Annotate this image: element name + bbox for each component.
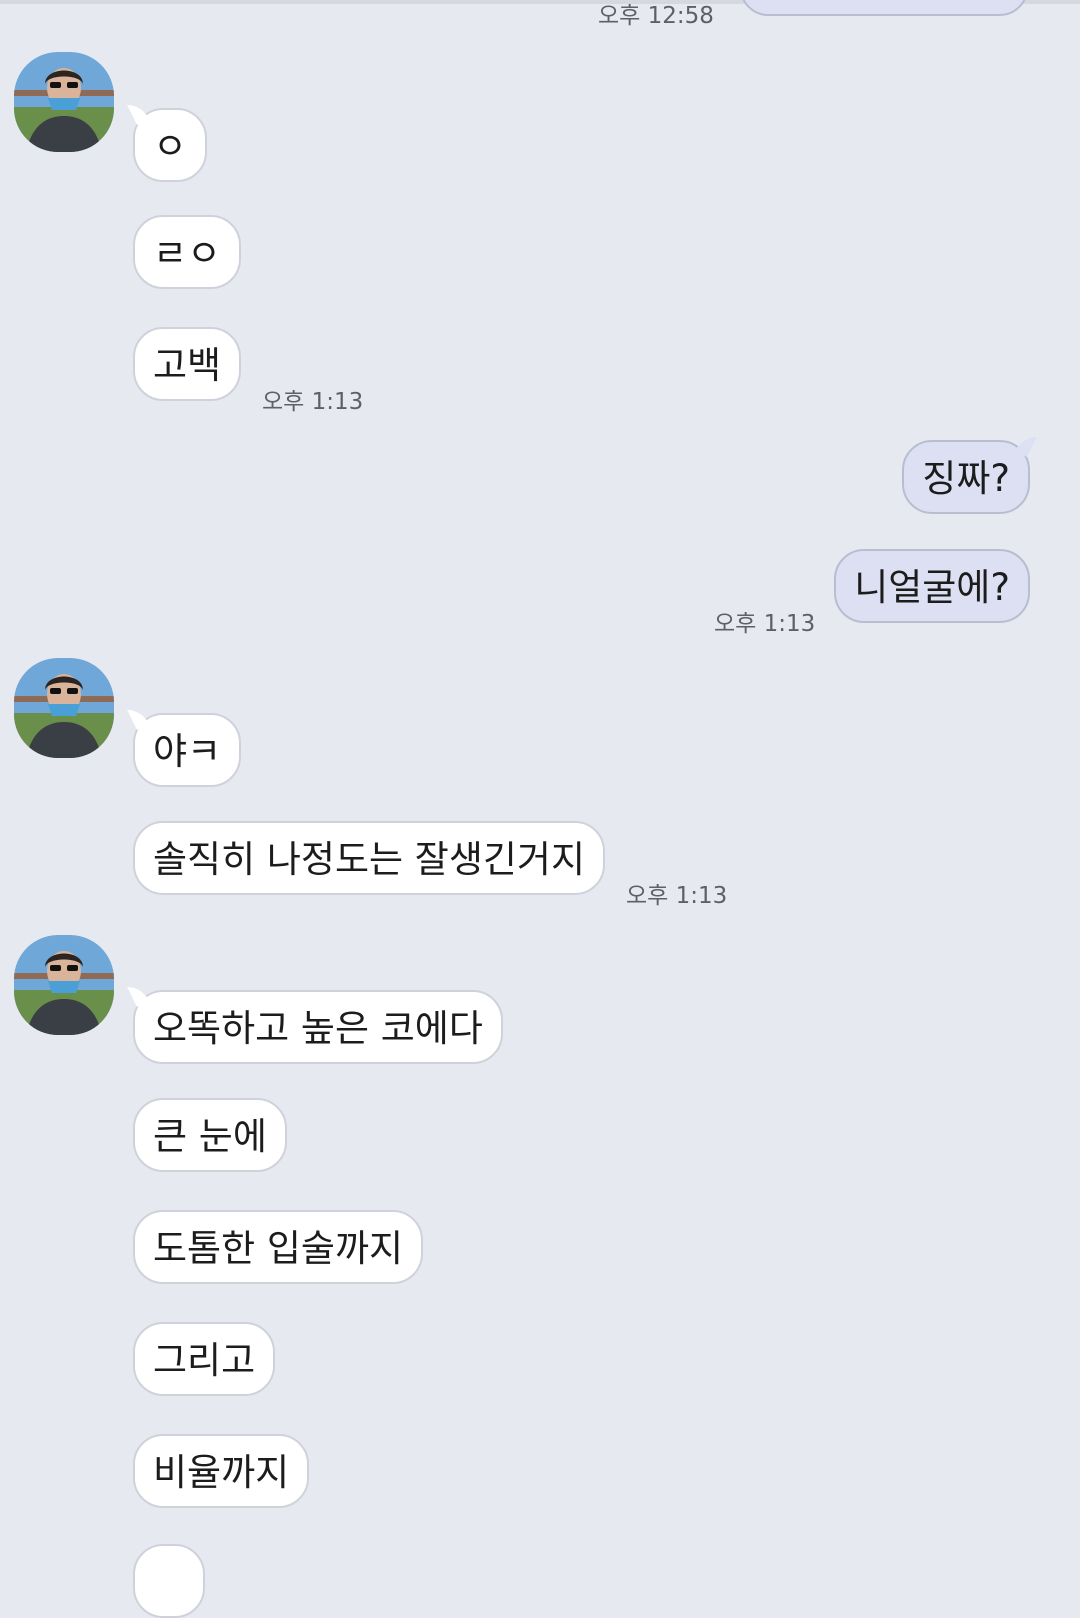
message-bubble[interactable]: 솔직히 나정도는 잘생긴거지 [133, 821, 606, 895]
message-bubble[interactable]: 징짜? [902, 437, 1037, 514]
message-text: ㄹㅇ [153, 232, 222, 275]
bubble-tail-icon [127, 987, 149, 1007]
profile-avatar[interactable] [14, 935, 114, 1035]
profile-photo-icon [14, 52, 114, 152]
message-text: 니얼굴에? [854, 566, 1010, 609]
message-bubble[interactable]: 오똑하고 높은 코에다 [127, 987, 503, 1064]
message-text: 솔직히 나정도는 잘생긴거지 [153, 838, 586, 881]
message-text: 고백 [153, 344, 222, 387]
profile-photo-icon [14, 658, 114, 758]
message-bubble[interactable]: 고백 [133, 327, 242, 401]
bubble-tail-icon [127, 710, 149, 730]
bubble-tail-icon [127, 105, 149, 125]
message-text: 그리고 [153, 1339, 256, 1382]
message-bubble[interactable]: 비율까지 [133, 1434, 310, 1508]
bubble-tail-icon [1015, 437, 1037, 457]
timestamp: 오후 1:13 [262, 389, 364, 415]
message-bubble[interactable]: ㄹㅇ [133, 215, 242, 289]
partial-incoming-bubble[interactable] [133, 1544, 205, 1618]
message-text: 오똑하고 높은 코에다 [153, 1007, 483, 1050]
partial-outgoing-bubble[interactable] [740, 0, 1028, 16]
message-bubble[interactable]: 도톰한 입술까지 [133, 1210, 424, 1284]
profile-avatar[interactable] [14, 52, 114, 152]
profile-avatar[interactable] [14, 658, 114, 758]
timestamp: 오후 1:13 [626, 883, 728, 909]
message-text: 야ㅋ [153, 730, 222, 773]
message-text: 큰 눈에 [153, 1115, 267, 1158]
profile-photo-icon [14, 935, 114, 1035]
timestamp: 오후 12:58 [598, 3, 714, 29]
message-bubble[interactable]: 야ㅋ [127, 710, 242, 787]
message-text: 징짜? [922, 457, 1010, 500]
message-text: 도톰한 입술까지 [153, 1227, 404, 1270]
timestamp: 오후 1:13 [714, 611, 816, 637]
message-bubble[interactable]: 큰 눈에 [133, 1098, 287, 1172]
message-bubble[interactable]: 그리고 [133, 1322, 276, 1396]
message-text: ㅇ [153, 125, 188, 168]
message-bubble[interactable]: 니얼굴에? [834, 549, 1030, 623]
message-text: 비율까지 [153, 1451, 290, 1494]
message-bubble[interactable]: ㅇ [127, 105, 208, 182]
